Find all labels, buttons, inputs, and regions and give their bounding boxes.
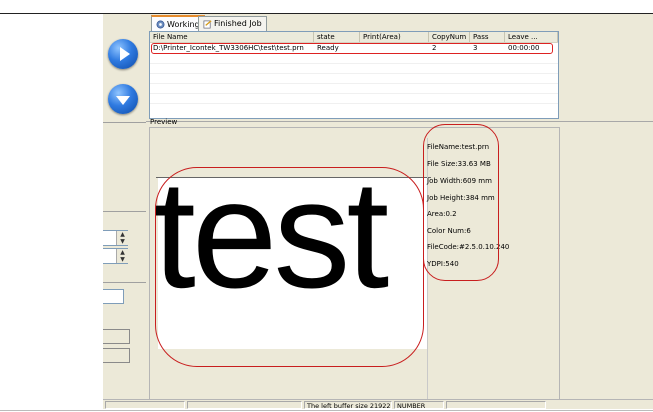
column-header-file-name[interactable]: File Name — [150, 32, 314, 42]
column-header-pass[interactable]: Pass — [470, 32, 505, 42]
tab-finished-job-label: Finished Job — [214, 19, 262, 28]
info-annotation-outline — [423, 124, 499, 281]
status-bar: The left buffer size 21922 M NUMBER — [103, 399, 653, 409]
spin-field-1[interactable]: ▲ ▼ — [103, 230, 128, 246]
status-cell-empty — [187, 401, 302, 409]
section-divider — [146, 121, 653, 122]
grid-line — [150, 73, 558, 74]
play-icon — [120, 47, 130, 61]
tab-working[interactable]: Working — [151, 15, 205, 32]
status-number: NUMBER — [394, 401, 444, 409]
preview-label: Preview — [150, 118, 178, 126]
side-button-2[interactable] — [103, 348, 130, 363]
tab-working-label: Working — [167, 19, 200, 29]
input-field[interactable] — [103, 289, 124, 304]
grid-line — [150, 83, 558, 84]
finished-job-icon — [203, 19, 212, 28]
status-cell-empty — [105, 401, 185, 409]
left-divider — [103, 122, 146, 123]
printer-app-window: ▲ ▼ ▲ ▼ Working Finished Job File Name sta… — [103, 14, 653, 409]
grid-line — [150, 93, 558, 94]
spin-field-2[interactable]: ▲ ▼ — [103, 248, 128, 264]
spin-arrows-icon[interactable]: ▲ ▼ — [116, 249, 128, 263]
preview-annotation-outline — [155, 167, 424, 367]
tab-finished-job[interactable]: Finished Job — [198, 16, 267, 31]
move-down-button[interactable] — [108, 84, 138, 114]
column-header-state[interactable]: state — [314, 32, 360, 42]
play-button[interactable] — [108, 39, 138, 69]
column-header-print-area[interactable]: Print(Area) — [360, 32, 429, 42]
status-buffer: The left buffer size 21922 M — [304, 401, 392, 409]
job-list-table[interactable]: File Name state Print(Area) CopyNum Pass… — [149, 31, 559, 119]
spin-arrows-icon[interactable]: ▲ ▼ — [116, 231, 128, 245]
row-annotation-outline — [151, 43, 553, 54]
side-button-1[interactable] — [103, 329, 130, 344]
left-control-panel: ▲ ▼ ▲ ▼ — [103, 14, 146, 409]
column-header-leave[interactable]: Leave ... — [505, 32, 558, 42]
bottom-divider — [0, 410, 653, 411]
status-cell-empty — [446, 401, 546, 409]
left-divider — [103, 211, 146, 212]
grid-line — [150, 63, 558, 64]
working-icon — [156, 20, 165, 29]
left-divider — [103, 282, 146, 283]
table-header: File Name state Print(Area) CopyNum Pass… — [150, 32, 558, 43]
grid-line — [150, 103, 558, 104]
chevron-down-icon — [116, 96, 130, 105]
column-header-copynum[interactable]: CopyNum — [429, 32, 470, 42]
